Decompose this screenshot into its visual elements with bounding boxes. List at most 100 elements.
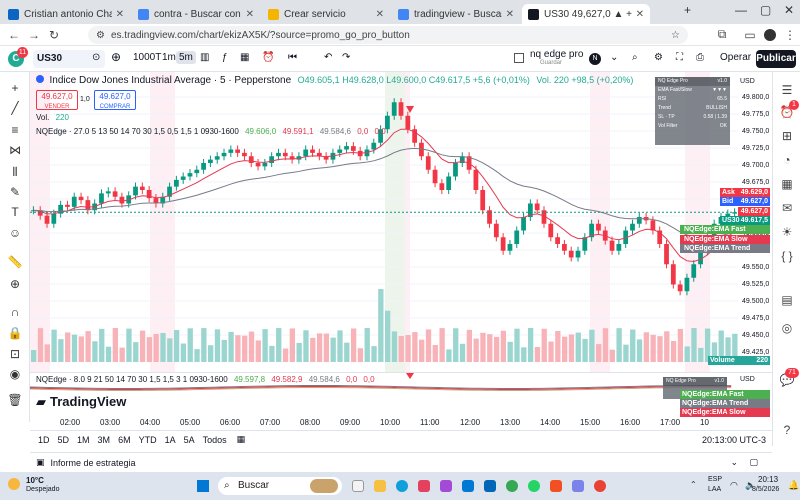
symbol-search-icon[interactable]: ⊙: [92, 52, 100, 63]
maximize-button[interactable]: ▢: [760, 3, 771, 17]
help-icon[interactable]: ?: [779, 422, 795, 438]
visibility-icon[interactable]: ◉: [7, 366, 23, 382]
zoom-icon[interactable]: ⊕: [7, 276, 23, 292]
chevron-down-icon[interactable]: ⌄: [610, 52, 618, 63]
edge-icon[interactable]: [396, 480, 408, 492]
close-window-button[interactable]: ✕: [784, 3, 794, 17]
chrome-icon[interactable]: [506, 480, 518, 492]
tray-chevron-icon[interactable]: ⌃: [690, 480, 697, 489]
trash-icon[interactable]: 🗑: [7, 392, 23, 408]
range-button[interactable]: 1D: [38, 435, 50, 445]
symbol-title[interactable]: Indice Dow Jones Industrial Average · 5 …: [50, 75, 292, 86]
interval-1m[interactable]: 1m: [162, 52, 176, 63]
menu-icon[interactable]: ⋮: [780, 28, 800, 42]
range-button[interactable]: 3M: [98, 435, 111, 445]
watchlist-icon[interactable]: ☰: [779, 82, 795, 98]
new-tab-button[interactable]: +: [684, 3, 691, 17]
tray-time[interactable]: 20:13: [758, 475, 778, 484]
file-explorer-icon[interactable]: [374, 480, 386, 492]
snapshot-icon[interactable]: ⎙: [696, 52, 704, 63]
url-field[interactable]: ⚙ es.tradingview.com/chart/ekizAX5K/?sou…: [88, 26, 688, 44]
indicator-legend-2[interactable]: NQEdge · 8.0 9 21 50 14 70 30 1,5 1,5 3 …: [36, 375, 375, 384]
app-icon-1[interactable]: [418, 480, 430, 492]
browser-tab-2[interactable]: Crear servicio ✕: [262, 4, 390, 24]
teams-icon[interactable]: [572, 480, 584, 492]
operar-button[interactable]: Operar: [720, 52, 751, 63]
tray-date[interactable]: 8/5/2026: [752, 486, 779, 493]
templates-icon[interactable]: ▦: [240, 52, 249, 63]
weather-icon[interactable]: [8, 478, 20, 490]
range-button[interactable]: 1A: [165, 435, 176, 445]
currency-label[interactable]: USD: [740, 78, 755, 85]
redo-icon[interactable]: ↷: [342, 52, 350, 63]
collapse-icon[interactable]: ⌄: [730, 457, 738, 468]
task-view-icon[interactable]: [352, 480, 364, 492]
lock-icon[interactable]: 🔒: [7, 325, 23, 341]
trendline-icon[interactable]: ╱: [7, 100, 23, 116]
wifi-icon[interactable]: ◠: [730, 480, 738, 491]
range-button[interactable]: 5D: [58, 435, 70, 445]
replay-icon[interactable]: ⏮: [288, 52, 297, 63]
tab-close-icon[interactable]: ✕: [506, 9, 514, 20]
compare-add-icon[interactable]: ⊕: [111, 50, 121, 64]
browser-tab-0[interactable]: Cristian antonio Chaves | Linke ✕: [2, 4, 130, 24]
sell-button[interactable]: 49.627,0 VENDER: [36, 90, 78, 110]
taskbar-search[interactable]: ⌕ Buscar: [218, 477, 342, 495]
tab-close-icon[interactable]: ✕: [116, 9, 124, 20]
brush-icon[interactable]: ✎: [7, 184, 23, 200]
fib-icon[interactable]: ≡: [7, 122, 23, 138]
strategy-tester-bar[interactable]: ▣ Informe de estrategia ⌄ ▢: [30, 452, 772, 472]
lock-drawings-icon[interactable]: ⊡: [7, 346, 23, 362]
mail-icon[interactable]: [462, 480, 474, 492]
office-icon[interactable]: [550, 480, 562, 492]
news-icon[interactable]: ✉: [779, 200, 795, 216]
range-button[interactable]: Todos: [203, 435, 227, 445]
range-button[interactable]: 1M: [77, 435, 90, 445]
browser-tab-1[interactable]: contra - Buscar con Google ✕: [132, 4, 260, 24]
text-icon[interactable]: T: [7, 204, 23, 220]
range-button[interactable]: YTD: [139, 435, 157, 445]
fullscreen-icon[interactable]: ⛶: [676, 52, 683, 63]
ideas-icon[interactable]: ☀: [779, 224, 795, 240]
sidepanel-icon[interactable]: ▭: [740, 28, 760, 42]
range-button[interactable]: 6M: [118, 435, 131, 445]
tab-close-icon[interactable]: ✕: [636, 9, 644, 20]
layout-n-icon[interactable]: N: [589, 53, 601, 65]
weather-desc[interactable]: Despejado: [26, 486, 59, 493]
extensions-icon[interactable]: ⧉: [712, 27, 732, 42]
indicators-icon[interactable]: ƒ: [222, 52, 228, 63]
whatsapp-icon[interactable]: [528, 480, 540, 492]
notification-bell-icon[interactable]: 🔔: [788, 480, 799, 491]
lang-layout[interactable]: LAA: [708, 486, 721, 493]
start-icon[interactable]: [197, 480, 209, 492]
store-icon[interactable]: [484, 480, 496, 492]
weather-temp[interactable]: 10°C: [26, 476, 44, 485]
browser-tab-3[interactable]: tradingview - Buscar con Goog ✕: [392, 4, 520, 24]
buy-button[interactable]: 49.627,0 COMPRAR: [94, 90, 136, 110]
goto-date-icon[interactable]: ▦: [237, 434, 246, 445]
magnet-icon[interactable]: ∩: [7, 304, 23, 320]
profile-avatar[interactable]: [764, 29, 776, 41]
site-info-icon[interactable]: ⚙: [96, 30, 105, 41]
reload-icon[interactable]: ↻: [44, 28, 64, 42]
browser-tab-4[interactable]: US30 49,627,0 ▲ +0,2% no adv ✕: [522, 4, 650, 24]
data-window-icon[interactable]: ⊞: [779, 128, 795, 144]
clock-timezone[interactable]: 20:13:00 UTC-3: [702, 435, 766, 445]
layout-save-label[interactable]: Guardar: [540, 60, 562, 66]
app-icon-2[interactable]: [440, 480, 452, 492]
forward-icon[interactable]: →: [24, 28, 44, 42]
calendar-icon[interactable]: ▦: [779, 176, 795, 192]
chart-type-icon[interactable]: ▥: [200, 52, 209, 63]
lower-currency-label[interactable]: USD: [740, 376, 755, 383]
alert-icon[interactable]: ⏰: [262, 52, 274, 63]
undo-icon[interactable]: ↶: [324, 52, 332, 63]
tab-close-icon[interactable]: ✕: [376, 9, 384, 20]
layout-name[interactable]: nq edge pro: [530, 49, 583, 60]
maximize-panel-icon[interactable]: ▢: [749, 457, 758, 468]
settings-icon[interactable]: ⚙: [654, 52, 663, 63]
indicator-legend-1[interactable]: NQEdge · 27.0 5 13 50 14 70 30 1,5 0,5 1…: [36, 127, 386, 136]
crosshair-icon[interactable]: +: [7, 80, 23, 96]
quick-search-icon[interactable]: ⌕: [632, 52, 638, 63]
pattern-icon[interactable]: ⋈: [7, 142, 23, 158]
publish-button[interactable]: Publicar: [756, 50, 796, 68]
